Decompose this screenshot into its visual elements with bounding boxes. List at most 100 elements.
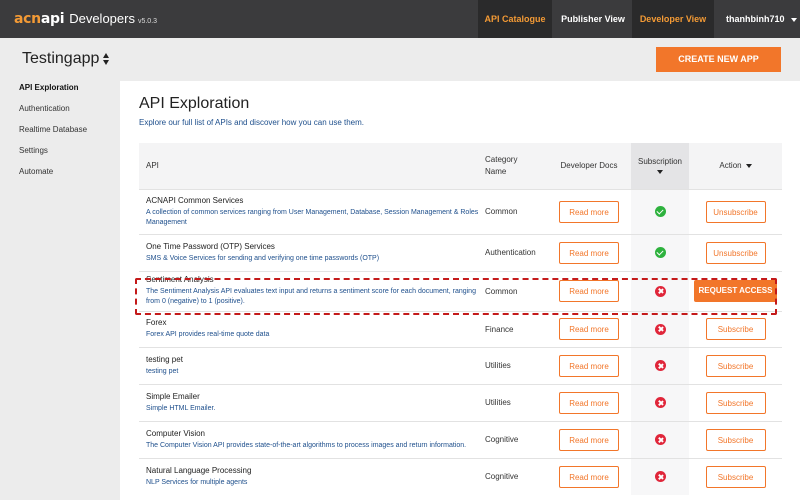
read-more-button[interactable]: Read more	[559, 465, 619, 488]
api-cell: Natural Language Processing NLP Services …	[139, 457, 485, 495]
brand-name: acnapi	[14, 11, 65, 27]
user-menu[interactable]: thanhbinh710	[716, 0, 800, 38]
app-name: Testingapp	[22, 50, 100, 67]
sort-down-icon	[745, 164, 752, 169]
read-more-button[interactable]: Read more	[559, 200, 619, 223]
api-name[interactable]: Computer Vision	[146, 429, 479, 438]
subscribe-button[interactable]: Subscribe	[705, 318, 766, 340]
subscription-cell	[631, 270, 689, 311]
x-circle-icon	[654, 434, 666, 445]
app-selector[interactable]: Testingapp	[22, 50, 110, 68]
api-description: A collection of common services ranging …	[146, 208, 479, 226]
api-name[interactable]: Natural Language Processing	[146, 466, 479, 475]
check-circle-icon	[654, 206, 666, 217]
table-row: Forex Forex API provides real-time quote …	[139, 310, 782, 347]
docs-cell: Read more	[547, 346, 631, 384]
action-cell: Subscribe	[689, 420, 782, 458]
sidebar-item-realtime-database[interactable]: Realtime Database	[19, 125, 87, 134]
api-category: Finance	[485, 310, 547, 347]
api-category: Common	[485, 188, 547, 234]
read-more-button[interactable]: Read more	[559, 241, 619, 264]
table-row: One Time Password (OTP) Services SMS & Vo…	[139, 233, 782, 271]
col-header-category: Category Name	[485, 143, 547, 189]
x-circle-icon	[654, 360, 666, 371]
subscribe-button[interactable]: Subscribe	[705, 391, 766, 414]
docs-cell: Read more	[547, 310, 631, 347]
docs-cell: Read more	[547, 233, 631, 271]
read-more-button[interactable]: Read more	[559, 354, 619, 377]
col-header-category-label: Category Name	[485, 154, 518, 176]
subscription-cell	[631, 457, 689, 495]
subscription-cell	[631, 310, 689, 347]
sidebar-item-settings[interactable]: Settings	[19, 146, 48, 155]
nav-publisher-view[interactable]: Publisher View	[555, 0, 631, 38]
action-cell: Subscribe	[689, 457, 782, 495]
col-header-action[interactable]: Action	[689, 143, 782, 189]
api-name[interactable]: Forex	[146, 318, 479, 327]
action-cell: Subscribe	[689, 310, 782, 347]
sidebar-item-automate[interactable]: Automate	[19, 167, 53, 176]
api-cell: One Time Password (OTP) Services SMS & Vo…	[139, 233, 485, 271]
api-description: The Sentiment Analysis API evaluates tex…	[146, 288, 476, 305]
api-description: SMS & Voice Services for sending and ver…	[146, 254, 380, 262]
subscription-cell	[631, 346, 689, 384]
username: thanhbinh710	[726, 14, 785, 24]
subscribe-button[interactable]: Subscribe	[705, 465, 766, 488]
action-cell: Unsubscribe	[689, 233, 782, 271]
create-new-app-button[interactable]: CREATE NEW APP	[656, 47, 781, 72]
x-circle-icon	[654, 285, 666, 297]
action-cell: REQUEST ACCESS	[689, 270, 782, 311]
unsubscribe-button[interactable]: Unsubscribe	[705, 200, 766, 223]
api-name[interactable]: ACNAPI Common Services	[146, 196, 479, 205]
read-more-button[interactable]: Read more	[559, 428, 619, 451]
request-access-button[interactable]: REQUEST ACCESS	[694, 280, 777, 302]
read-more-button[interactable]: Read more	[559, 280, 619, 302]
app-logo[interactable]: acnapi Developers v5.0.3	[14, 11, 157, 27]
col-header-action-label: Action	[719, 161, 742, 171]
docs-cell: Read more	[547, 383, 631, 421]
api-table: API Category Name Developer Docs Subscri…	[139, 143, 782, 495]
brand-part-1: acn	[14, 11, 41, 27]
table-row: Simple Emailer Simple HTML Emailer. Utilit…	[139, 383, 782, 421]
subscription-cell	[631, 233, 689, 271]
api-category: Utilities	[485, 346, 547, 384]
col-header-subscription[interactable]: Subscription	[631, 143, 689, 189]
nav-api-catalogue[interactable]: API Catalogue	[478, 0, 552, 38]
api-cell: Forex Forex API provides real-time quote …	[139, 310, 485, 347]
action-cell: Subscribe	[689, 383, 782, 421]
subscribe-button[interactable]: Subscribe	[705, 428, 766, 451]
version-label: v5.0.3	[137, 18, 158, 25]
sidebar-item-api-exploration[interactable]: API Exploration	[19, 83, 79, 92]
api-name[interactable]: One Time Password (OTP) Services	[146, 242, 479, 251]
col-header-api: API	[139, 143, 485, 189]
api-description: Simple HTML Emailer.	[146, 404, 216, 412]
api-description: Forex API provides real-time quote data	[146, 331, 270, 338]
docs-cell: Read more	[547, 420, 631, 458]
read-more-button[interactable]: Read more	[559, 318, 619, 340]
docs-cell: Read more	[547, 188, 631, 234]
sort-down-icon	[657, 170, 663, 175]
api-category: Cognitive	[485, 420, 547, 458]
sidebar-item-authentication[interactable]: Authentication	[19, 104, 70, 113]
unsubscribe-button[interactable]: Unsubscribe	[705, 241, 766, 264]
api-name[interactable]: Simple Emailer	[146, 392, 479, 401]
api-cell: Simple Emailer Simple HTML Emailer.	[139, 383, 485, 421]
page-title: API Exploration	[139, 95, 250, 112]
api-cell: Sentiment Analysis The Sentiment Analysis…	[139, 270, 485, 311]
table-row: Sentiment Analysis The Sentiment Analysis…	[139, 270, 782, 311]
api-description: NLP Services for multiple agents	[146, 478, 248, 486]
api-cell: Computer Vision The Computer Vision API p…	[139, 420, 485, 458]
nav-developer-view[interactable]: Developer View	[632, 0, 714, 38]
docs-cell: Read more	[547, 270, 631, 311]
brand-suffix: Developers	[69, 11, 135, 26]
table-header-row: API Category Name Developer Docs Subscri…	[139, 143, 782, 189]
subscription-cell	[631, 188, 689, 234]
x-circle-icon	[654, 323, 666, 335]
api-category: Common	[485, 270, 547, 311]
table-row: testing pet testing pet Utilities Read more…	[139, 346, 782, 384]
api-name[interactable]: testing pet	[146, 355, 479, 364]
subscribe-button[interactable]: Subscribe	[705, 354, 766, 377]
api-name[interactable]: Sentiment Analysis	[146, 275, 479, 284]
read-more-button[interactable]: Read more	[559, 391, 619, 414]
subscription-cell	[631, 383, 689, 421]
